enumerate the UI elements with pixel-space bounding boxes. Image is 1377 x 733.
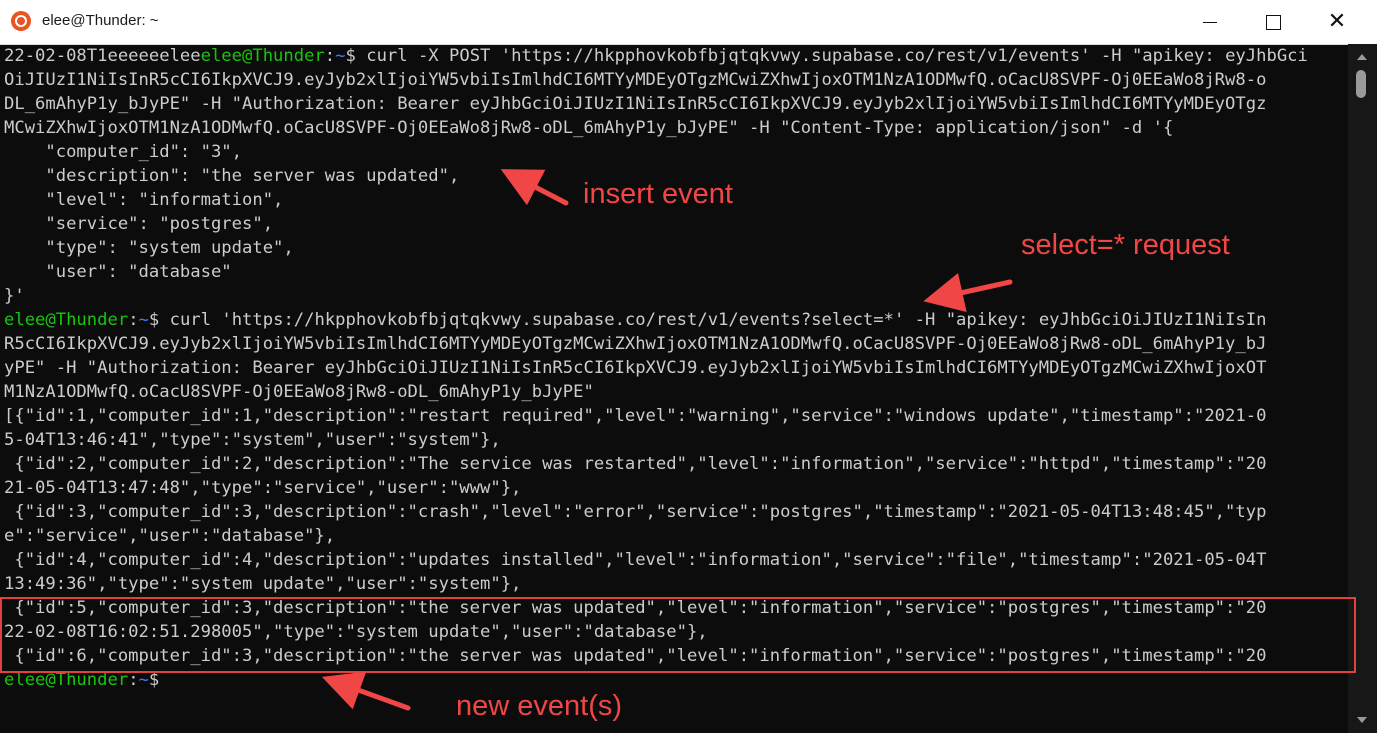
terminal-line: e":"service","user":"database"}, bbox=[4, 526, 336, 546]
terminal-line: OiJIUzI1NiIsInR5cCI6IkpXVCJ9.eyJyb2xlIjo… bbox=[4, 70, 1267, 90]
minimize-button[interactable] bbox=[1177, 0, 1243, 44]
terminal-line: "computer_id": "3", bbox=[4, 142, 242, 162]
terminal-line: 21-05-04T13:47:48","type":"service","use… bbox=[4, 478, 522, 498]
prompt-symbol: $ bbox=[148, 670, 160, 690]
prompt-path: ~ bbox=[335, 46, 346, 66]
maximize-icon bbox=[1265, 14, 1281, 30]
scroll-down-icon[interactable] bbox=[1357, 717, 1367, 723]
command-text: curl 'https://hkpphovkobfbjqtqkvwy.supab… bbox=[159, 310, 1267, 330]
terminal-line: {"id":3,"computer_id":3,"description":"c… bbox=[4, 502, 1267, 522]
terminal-line: }' bbox=[4, 286, 25, 306]
window-title: elee@Thunder: ~ bbox=[42, 12, 159, 29]
insert-event-annotation: insert event bbox=[583, 178, 733, 210]
terminal-line: 5-04T13:46:41","type":"system","user":"s… bbox=[4, 430, 501, 450]
prompt-user: elee@Thunder bbox=[4, 310, 129, 330]
prompt-colon: : bbox=[128, 670, 139, 690]
prompt-colon: : bbox=[128, 310, 139, 330]
title-bar: elee@Thunder: ~ ✕ bbox=[0, 0, 1377, 45]
maximize-button[interactable] bbox=[1240, 0, 1306, 44]
prompt-symbol: $ bbox=[148, 310, 160, 330]
terminal-line: [{"id":1,"computer_id":1,"description":"… bbox=[4, 406, 1267, 426]
minimize-icon bbox=[1203, 21, 1217, 23]
terminal-line: DL_6mAhyP1y_bJyPE" -H "Authorization: Be… bbox=[4, 94, 1267, 114]
prompt-colon: : bbox=[324, 46, 336, 66]
terminal-line: elee@Thunder:~$ curl 'https://hkpphovkob… bbox=[4, 308, 1346, 332]
terminal-line: yPE" -H "Authorization: Bearer eyJhbGciO… bbox=[4, 358, 1267, 378]
terminal-line: 22-02-08T1eeeeeeleeelee@Thunder:~$ curl … bbox=[4, 44, 1346, 68]
new-events-highlight bbox=[0, 597, 1356, 673]
command-text: curl -X POST 'https://hkpphovkobfbjqtqkv… bbox=[355, 46, 1308, 66]
terminal-line: "user": "database" bbox=[4, 262, 232, 282]
prompt-path: ~ bbox=[138, 310, 149, 330]
terminal-line: 13:49:36","type":"system update","user":… bbox=[4, 574, 522, 594]
prompt-symbol: $ bbox=[345, 46, 356, 66]
terminal-line: {"id":4,"computer_id":4,"description":"u… bbox=[4, 550, 1267, 570]
scrollbar-thumb[interactable] bbox=[1356, 70, 1366, 98]
terminal-line: {"id":2,"computer_id":2,"description":"T… bbox=[4, 454, 1267, 474]
scroll-up-icon[interactable] bbox=[1357, 54, 1367, 60]
ubuntu-icon bbox=[11, 11, 31, 31]
prompt-path: ~ bbox=[138, 670, 149, 690]
terminal-line: MCwiZXhwIjoxOTM1NzA1ODMwfQ.oCacU8SVPF-Oj… bbox=[4, 118, 1174, 138]
terminal-line: R5cCI6IkpXVCJ9.eyJyb2xlIjoiYW5vbiIsImlhd… bbox=[4, 334, 1267, 354]
close-button[interactable]: ✕ bbox=[1304, 0, 1370, 44]
select-request-annotation: select=* request bbox=[1021, 229, 1230, 261]
terminal-line: M1NzA1ODMwfQ.oCacU8SVPF-Oj0EEaWo8jRw8-oD… bbox=[4, 382, 594, 402]
new-events-annotation: new event(s) bbox=[456, 690, 623, 722]
line-text: 22-02-08T1eeeeeelee bbox=[4, 46, 201, 66]
prompt-user: elee@Thunder bbox=[4, 670, 129, 690]
close-icon: ✕ bbox=[1327, 9, 1347, 34]
prompt-user: elee@Thunder bbox=[200, 46, 325, 66]
